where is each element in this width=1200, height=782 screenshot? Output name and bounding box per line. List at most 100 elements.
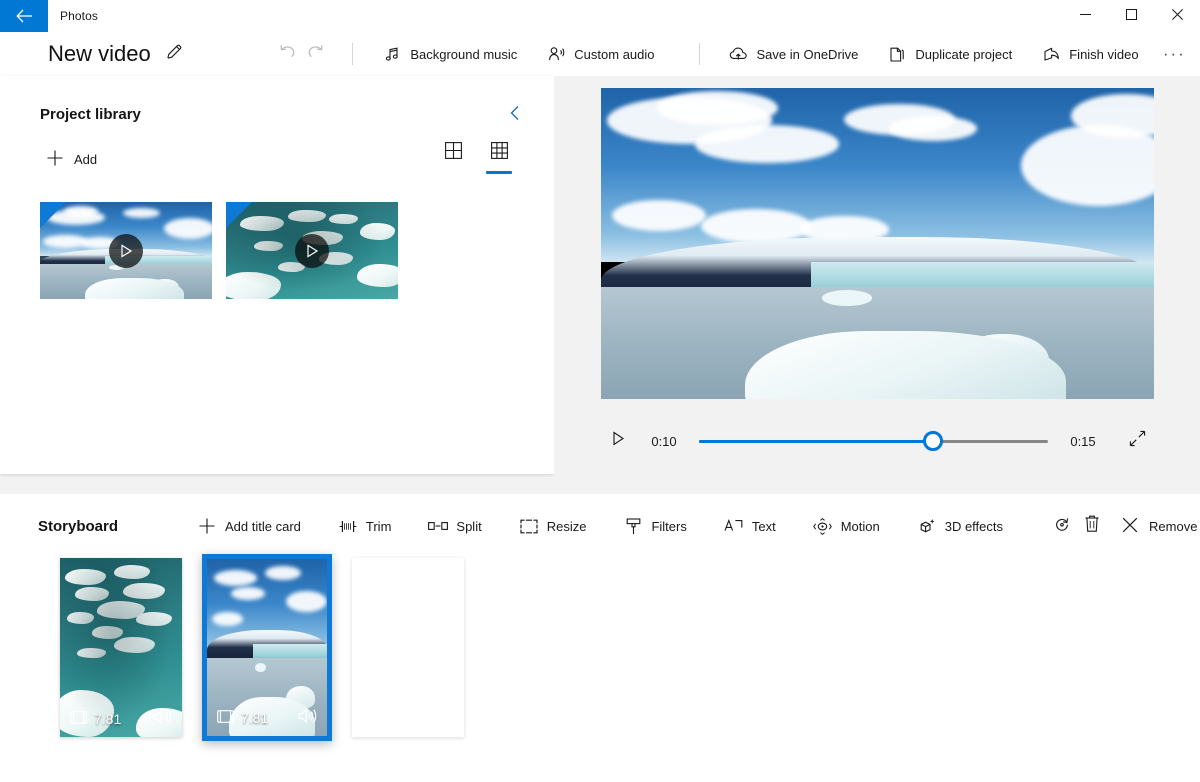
duplicate-project-button[interactable]: Duplicate project xyxy=(880,38,1020,70)
duration-badge: 7.81 xyxy=(217,710,268,726)
storyboard-card[interactable]: 7.81 xyxy=(202,554,332,741)
storyboard-card-footer: 7.81 xyxy=(207,700,327,736)
seek-slider[interactable] xyxy=(699,424,1048,458)
resize-button[interactable]: Resize xyxy=(510,509,597,543)
add-media-label: Add xyxy=(74,151,98,167)
back-button[interactable] xyxy=(0,0,48,32)
window-controls xyxy=(1062,0,1200,32)
text-label: Text xyxy=(751,518,776,534)
close-button[interactable] xyxy=(1154,0,1200,32)
storyboard-card-footer: 7.81 xyxy=(60,701,182,737)
storyboard-drop-slot[interactable] xyxy=(352,558,464,737)
plus-icon xyxy=(46,149,64,170)
3d-effects-label: 3D effects xyxy=(944,518,1004,534)
motion-button[interactable]: Motion xyxy=(804,509,890,543)
text-button[interactable]: Text xyxy=(715,509,786,543)
project-title: New video xyxy=(48,41,151,66)
seek-fill xyxy=(699,439,933,443)
collapse-library-button[interactable] xyxy=(502,102,528,128)
grid-2x2-icon xyxy=(444,142,462,164)
film-frame-icon xyxy=(217,710,234,726)
command-bar-separator-2 xyxy=(698,43,700,65)
redo-button[interactable] xyxy=(302,38,331,70)
more-options-button[interactable]: ··· xyxy=(1161,38,1188,70)
command-bar-separator-1 xyxy=(352,43,354,65)
split-button[interactable]: Split xyxy=(419,509,491,543)
resize-label: Resize xyxy=(546,518,587,534)
library-thumbnail[interactable] xyxy=(40,202,212,299)
onedrive-cloud-icon xyxy=(729,46,748,62)
chevron-left-icon xyxy=(509,105,522,126)
remove-all-label: Remove all xyxy=(1149,518,1200,534)
project-library-header: Project library xyxy=(0,76,554,128)
add-media-button[interactable]: Add xyxy=(40,143,107,176)
playback-controls: 0:10 0:15 xyxy=(601,421,1154,461)
library-view-toggles xyxy=(438,142,514,176)
video-preview-surface[interactable] xyxy=(601,88,1154,399)
add-title-card-label: Add title card xyxy=(225,518,301,534)
storyboard-panel: Storyboard Add title card Trim Split Res… xyxy=(0,494,1200,782)
command-bar: New video Background music Custom audio … xyxy=(0,32,1200,76)
project-library-toolbar: Add xyxy=(0,128,554,176)
custom-audio-label: Custom audio xyxy=(574,46,655,62)
play-overlay-button[interactable] xyxy=(295,233,329,268)
share-export-icon xyxy=(1042,46,1060,62)
in-storyboard-corner-marker xyxy=(40,202,66,228)
trim-icon xyxy=(339,519,357,534)
music-note-icon xyxy=(383,46,401,62)
minimize-button[interactable] xyxy=(1062,0,1108,32)
close-x-icon xyxy=(1122,517,1138,536)
back-arrow-icon xyxy=(15,9,33,23)
finish-video-label: Finish video xyxy=(1069,46,1139,62)
undo-icon xyxy=(278,43,297,65)
maximize-button[interactable] xyxy=(1108,0,1154,32)
maximize-icon xyxy=(1125,7,1137,25)
remove-all-button[interactable]: Remove all xyxy=(1112,509,1200,543)
motion-icon xyxy=(813,517,832,535)
seek-thumb[interactable] xyxy=(922,431,943,451)
3d-effects-icon xyxy=(918,518,936,535)
rotate-button[interactable] xyxy=(1053,509,1072,543)
pencil-icon xyxy=(165,42,184,66)
play-overlay-button[interactable] xyxy=(109,233,143,268)
finish-video-button[interactable]: Finish video xyxy=(1034,38,1146,70)
duplicate-project-label: Duplicate project xyxy=(915,46,1013,62)
library-thumbnail[interactable] xyxy=(226,202,398,299)
current-time-label: 0:10 xyxy=(651,433,677,449)
view-small-grid-button[interactable] xyxy=(484,142,514,176)
redo-icon xyxy=(306,43,325,65)
duration-label: 7.81 xyxy=(241,710,269,726)
fullscreen-button[interactable] xyxy=(1120,424,1154,458)
video-preview-pane: 0:10 0:15 xyxy=(554,76,1200,474)
background-music-button[interactable]: Background music xyxy=(375,38,525,70)
storyboard-card[interactable]: 7.81 xyxy=(60,558,182,737)
custom-audio-button[interactable]: Custom audio xyxy=(539,38,662,70)
play-triangle-icon xyxy=(306,243,318,258)
project-library-title: Project library xyxy=(40,106,141,123)
play-triangle-icon xyxy=(120,243,132,258)
audio-toggle-button[interactable] xyxy=(298,708,317,729)
rename-project-button[interactable] xyxy=(165,41,184,67)
grid-3x3-icon xyxy=(490,142,508,164)
save-in-onedrive-button[interactable]: Save in OneDrive xyxy=(722,38,867,70)
filter-brush-icon xyxy=(624,517,642,535)
app-name-label: Photos xyxy=(60,9,98,23)
storyboard-title: Storyboard xyxy=(38,517,119,535)
filters-button[interactable]: Filters xyxy=(614,509,696,543)
background-music-label: Background music xyxy=(410,46,518,62)
project-library-panel: Project library Add xyxy=(0,76,554,474)
undo-button[interactable] xyxy=(273,38,302,70)
delete-button[interactable] xyxy=(1084,509,1100,543)
view-large-grid-button[interactable] xyxy=(438,142,468,176)
3d-effects-button[interactable]: 3D effects xyxy=(908,509,1013,543)
motion-label: Motion xyxy=(840,518,880,534)
audio-toggle-button[interactable] xyxy=(153,709,172,730)
play-button[interactable] xyxy=(601,424,635,458)
title-bar: Photos xyxy=(0,0,1200,32)
photos-video-editor-window: Photos New video Background music Custom… xyxy=(0,0,1200,782)
duration-label: 7.81 xyxy=(94,711,122,727)
plus-icon xyxy=(198,517,216,535)
library-thumbnail-grid xyxy=(0,176,554,299)
trim-button[interactable]: Trim xyxy=(329,509,402,543)
add-title-card-button[interactable]: Add title card xyxy=(188,509,311,543)
